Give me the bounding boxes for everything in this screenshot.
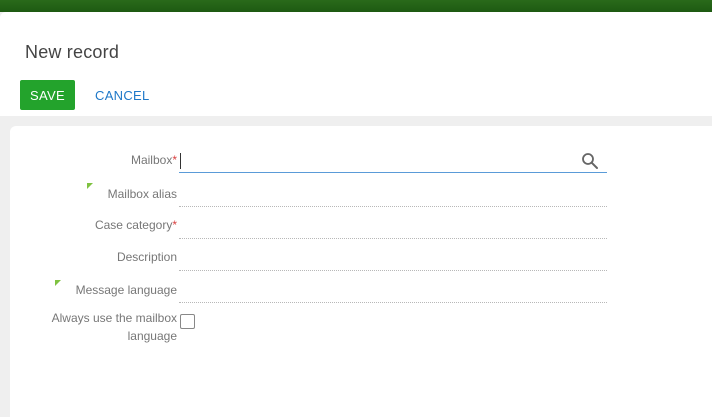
always-use-language-label-line1: Always use the mailbox [51,311,177,325]
description-field[interactable] [179,248,607,271]
case-category-label-text: Case category [94,218,173,232]
top-app-bar [0,0,712,12]
record-header: New record SAVE CANCEL [0,12,712,116]
required-mark: * [172,218,177,232]
multilanguage-marker-icon [55,280,61,286]
mailbox-alias-field[interactable] [179,184,607,207]
search-icon[interactable] [581,152,599,170]
page-title: New record [25,42,120,62]
message-language-field[interactable] [179,280,607,303]
always-use-language-label: Always use the mailbox language [52,309,177,345]
required-mark: * [172,153,177,167]
always-use-language-label-line2: language [127,329,177,343]
record-form: Mailbox* Mailbox alias Case category* De… [10,126,712,417]
description-label: Description [116,250,177,264]
mailbox-label: Mailbox* [131,153,177,167]
message-language-label: Message language [75,283,177,297]
mailbox-field[interactable] [179,150,607,173]
mailbox-alias-label: Mailbox alias [107,187,177,201]
case-category-field[interactable] [179,216,607,239]
save-button[interactable]: SAVE [20,80,75,110]
text-caret [180,153,181,169]
multilanguage-marker-icon [87,183,93,189]
cancel-button[interactable]: CANCEL [95,80,150,110]
mailbox-label-text: Mailbox [130,153,173,167]
always-use-language-checkbox[interactable] [180,314,195,329]
case-category-label: Case category* [95,218,177,232]
